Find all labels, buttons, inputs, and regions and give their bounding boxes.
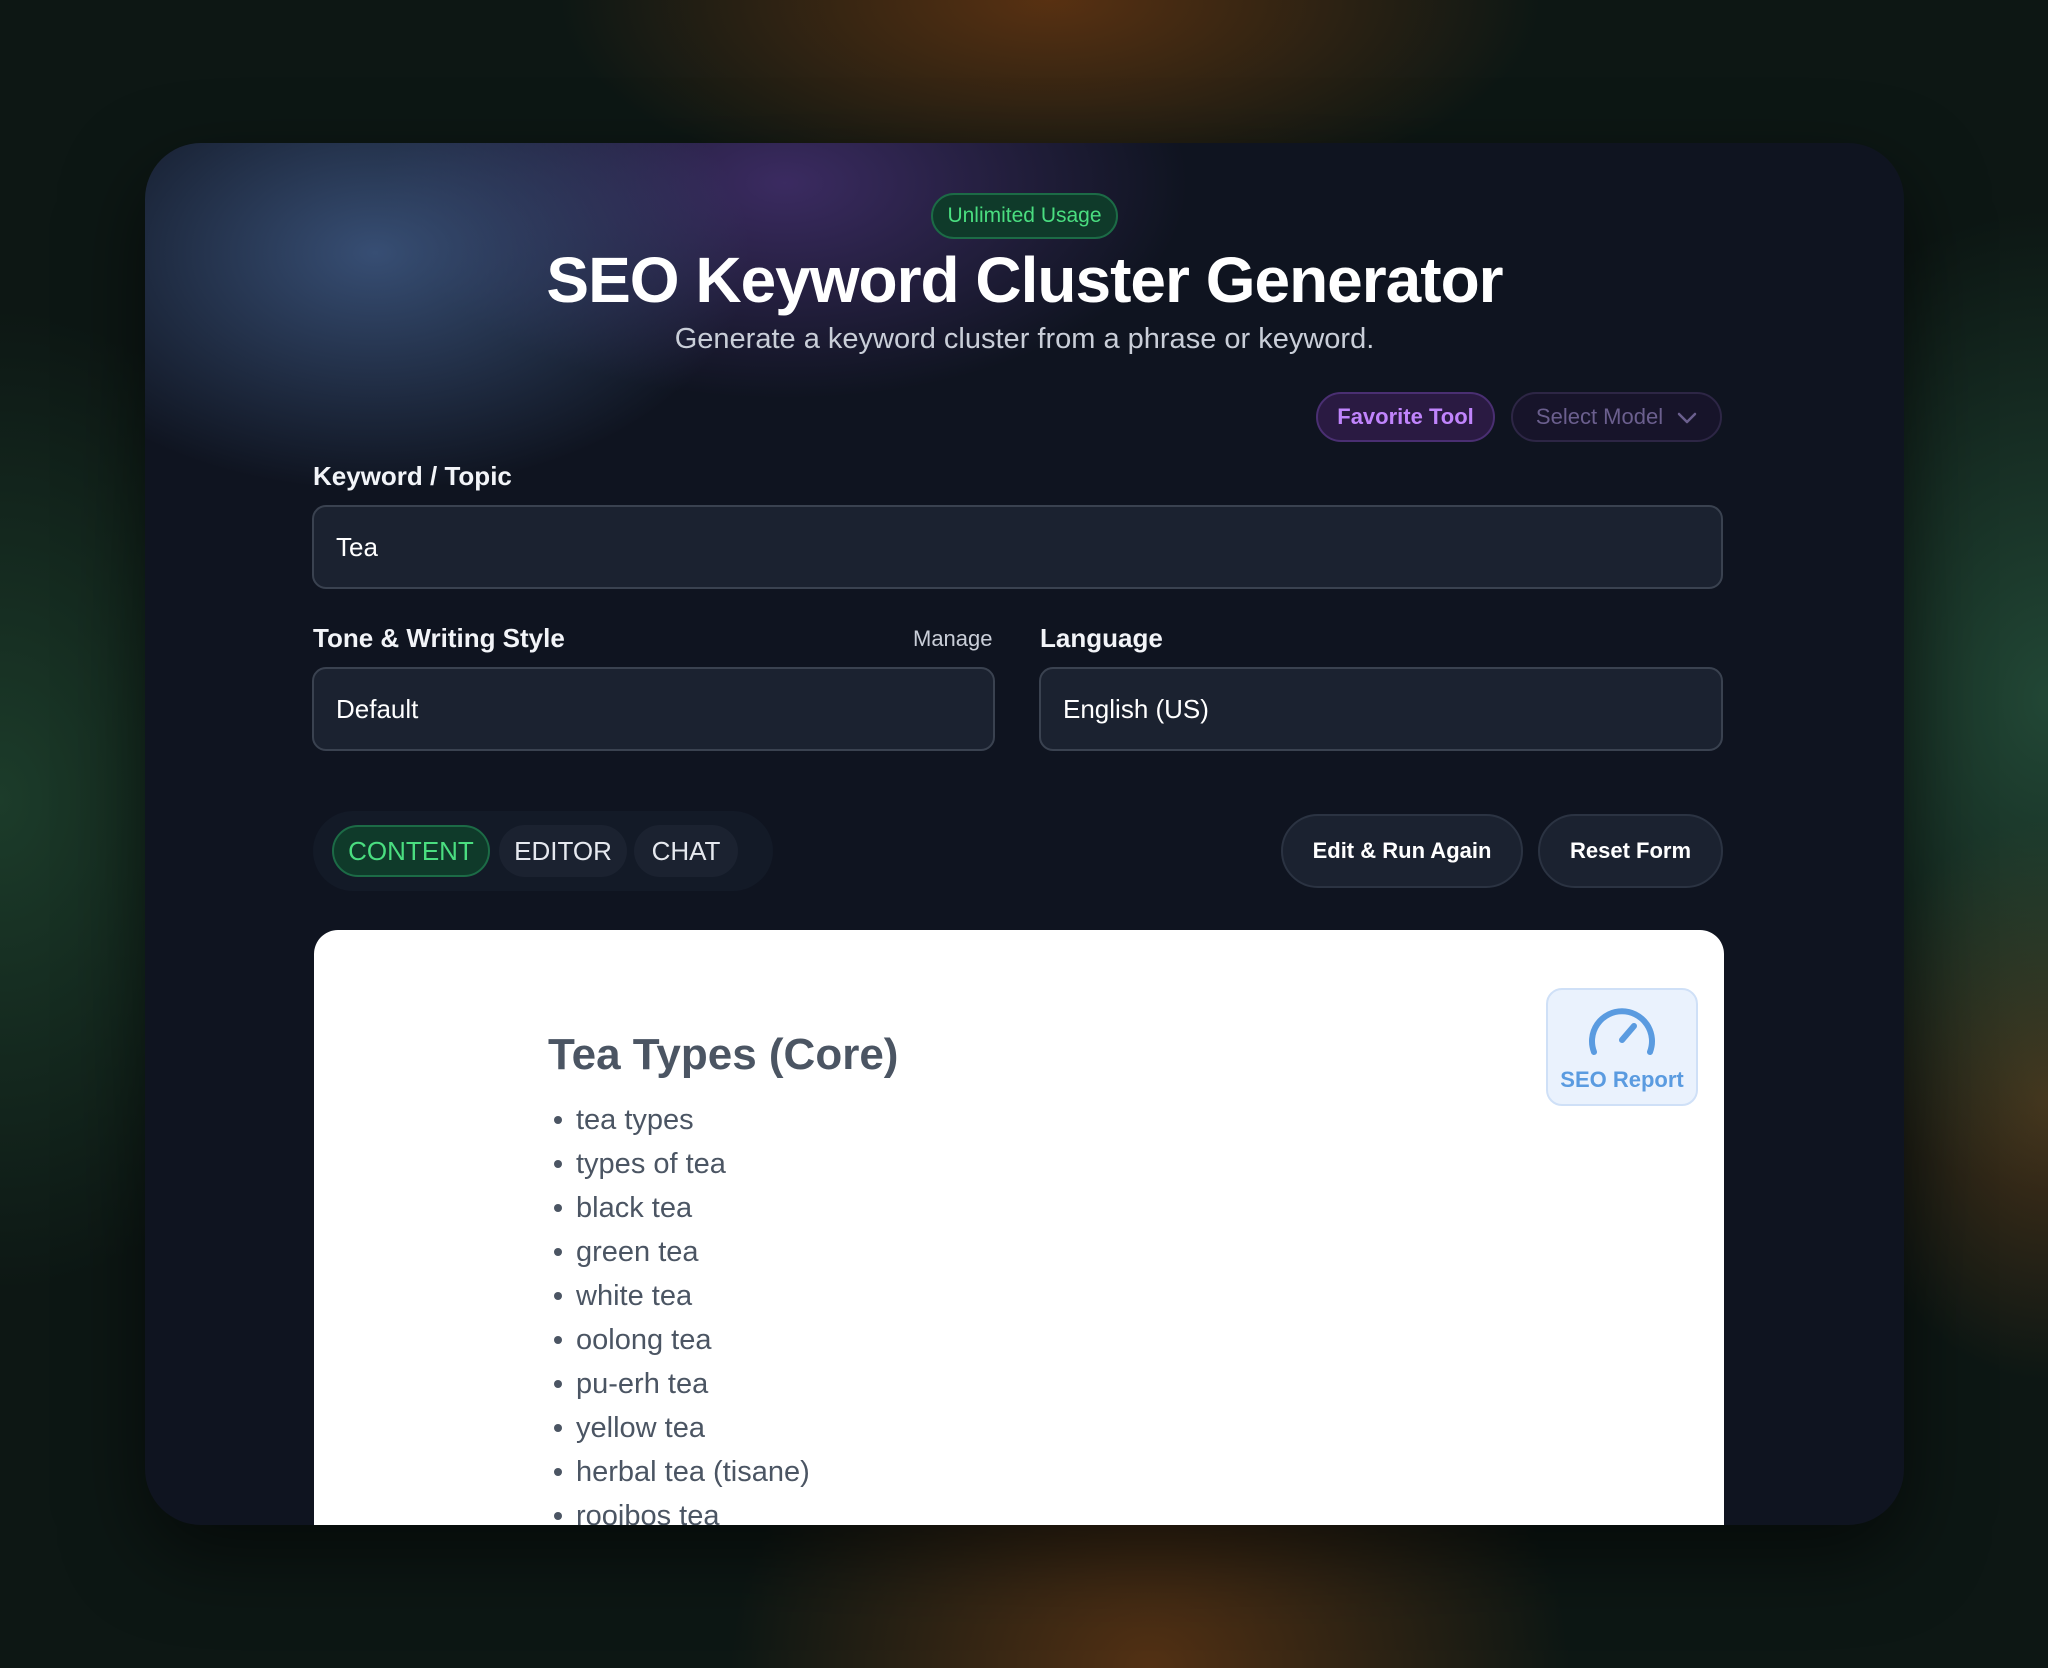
language-select[interactable]: English (US): [1039, 667, 1723, 751]
keyword-label: Keyword / Topic: [313, 461, 512, 491]
tab-content[interactable]: CONTENT: [332, 825, 490, 877]
list-item: oolong tea: [548, 1318, 810, 1362]
reset-form-button[interactable]: Reset Form: [1538, 814, 1723, 888]
edit-run-again-button[interactable]: Edit & Run Again: [1281, 814, 1523, 888]
tab-chat[interactable]: CHAT: [634, 825, 738, 877]
list-item: yellow tea: [548, 1406, 810, 1450]
seo-report-button[interactable]: SEO Report: [1546, 988, 1698, 1106]
section-heading: Tea Types (Core): [548, 1030, 899, 1079]
list-item: types of tea: [548, 1142, 810, 1186]
keyword-input[interactable]: Tea: [312, 505, 1723, 589]
unlimited-usage-badge: Unlimited Usage: [931, 193, 1118, 239]
list-item: rooibos tea: [548, 1494, 810, 1526]
language-label: Language: [1040, 623, 1163, 653]
page-subtitle: Generate a keyword cluster from a phrase…: [674, 323, 1375, 355]
list-item: tea types: [548, 1098, 810, 1142]
content-panel: SEO Report Tea Types (Core) tea types ty…: [314, 930, 1724, 1525]
list-item: pu-erh tea: [548, 1362, 810, 1406]
gauge-icon: [1586, 1002, 1658, 1063]
output-tabs: CONTENT EDITOR CHAT: [313, 811, 773, 891]
tone-select[interactable]: Default: [312, 667, 995, 751]
keyword-list: tea types types of tea black tea green t…: [548, 1098, 810, 1526]
list-item: white tea: [548, 1274, 810, 1318]
page-title: SEO Keyword Cluster Generator: [546, 244, 1503, 316]
manage-link[interactable]: Manage: [913, 626, 993, 652]
list-item: herbal tea (tisane): [548, 1450, 810, 1494]
favorite-tool-button[interactable]: Favorite Tool: [1316, 392, 1495, 442]
select-model-dropdown[interactable]: Select Model: [1511, 392, 1722, 442]
list-item: black tea: [548, 1186, 810, 1230]
tab-editor[interactable]: EDITOR: [499, 825, 627, 877]
chevron-down-icon: [1677, 404, 1697, 430]
list-item: green tea: [548, 1230, 810, 1274]
tone-label: Tone & Writing Style: [313, 623, 565, 653]
tool-card: Unlimited Usage SEO Keyword Cluster Gene…: [145, 143, 1904, 1525]
select-model-label: Select Model: [1535, 404, 1664, 429]
seo-report-label: SEO Report: [1560, 1067, 1684, 1092]
